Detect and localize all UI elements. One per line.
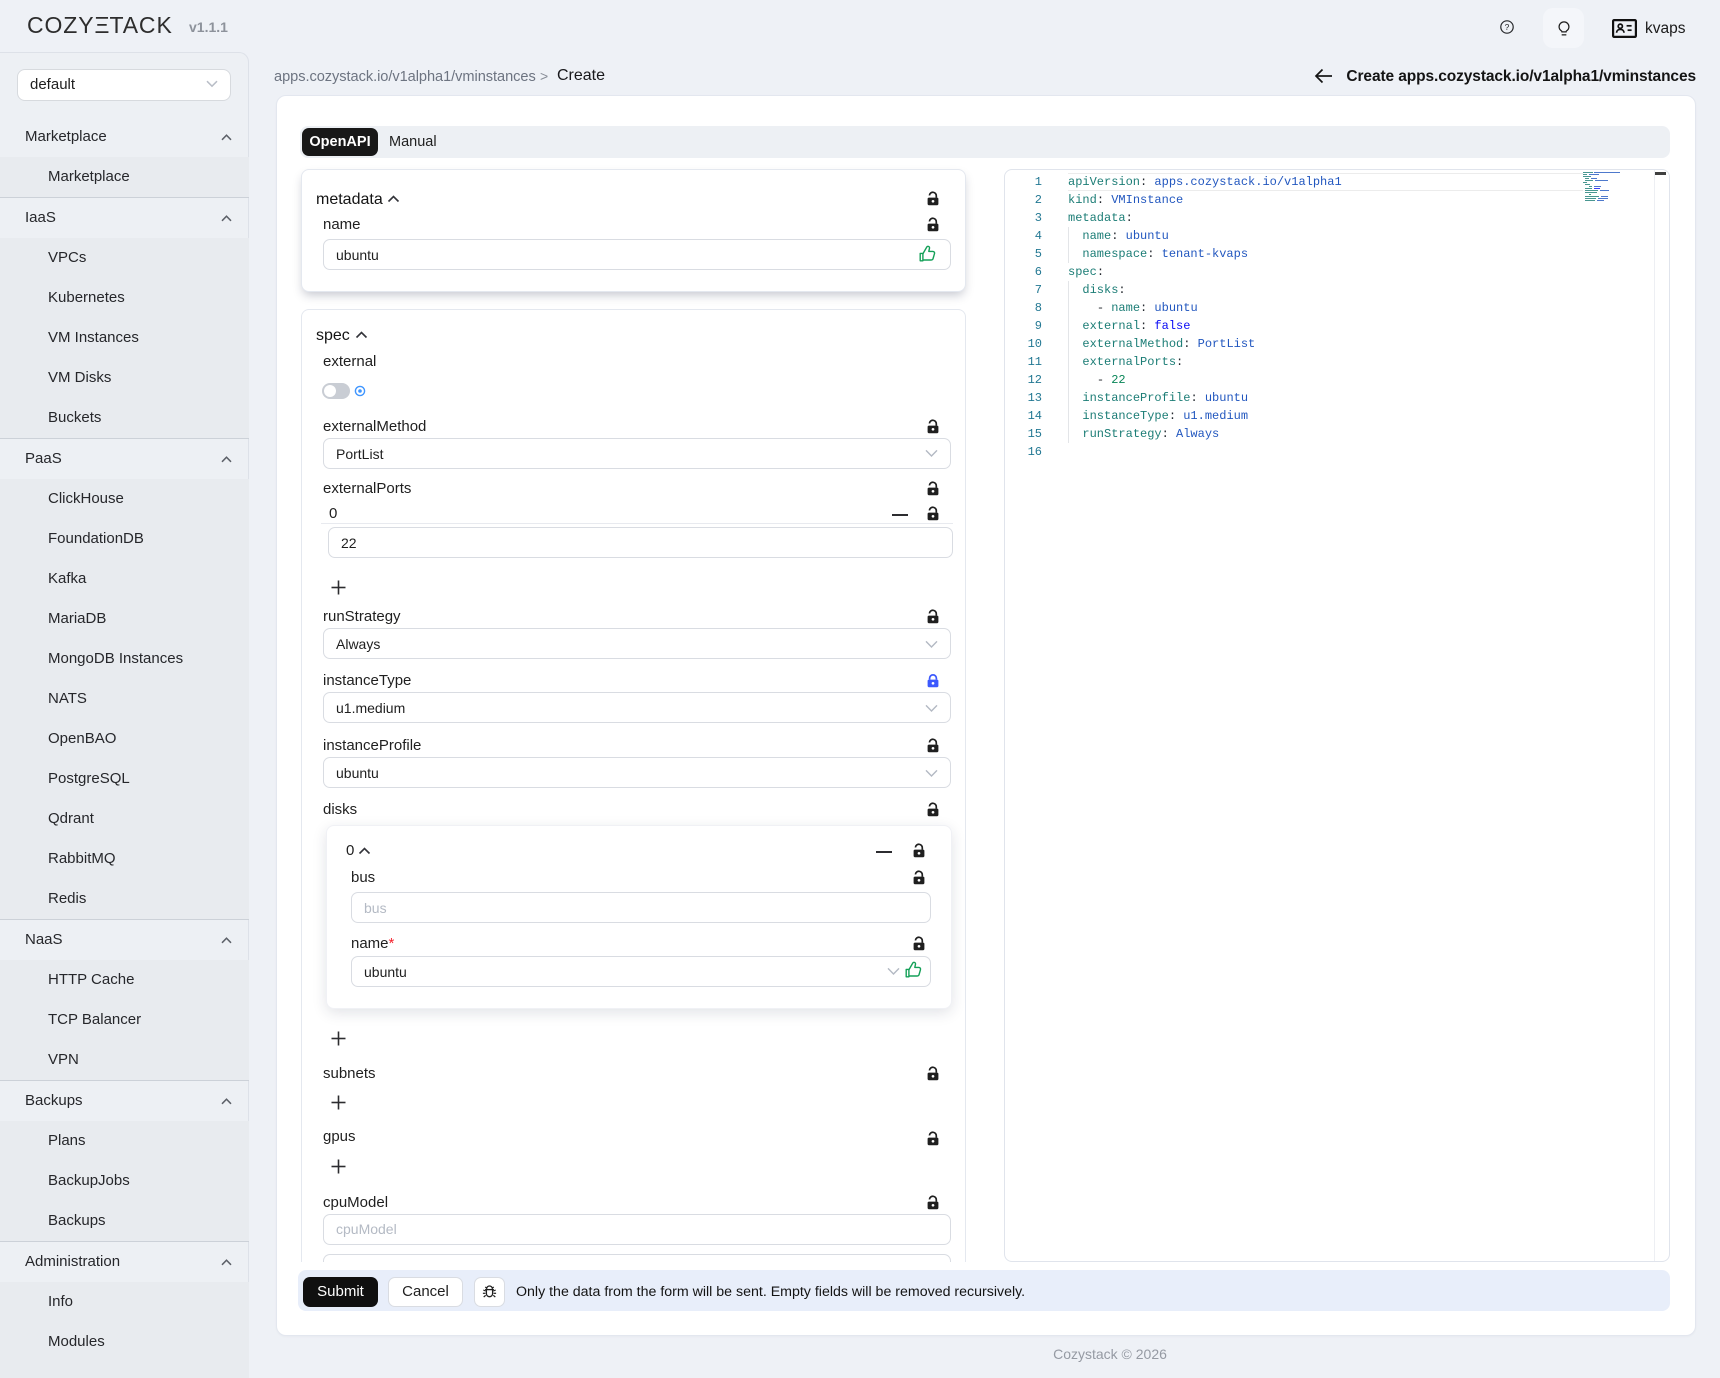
svg-text:?: ? [1505,22,1510,32]
